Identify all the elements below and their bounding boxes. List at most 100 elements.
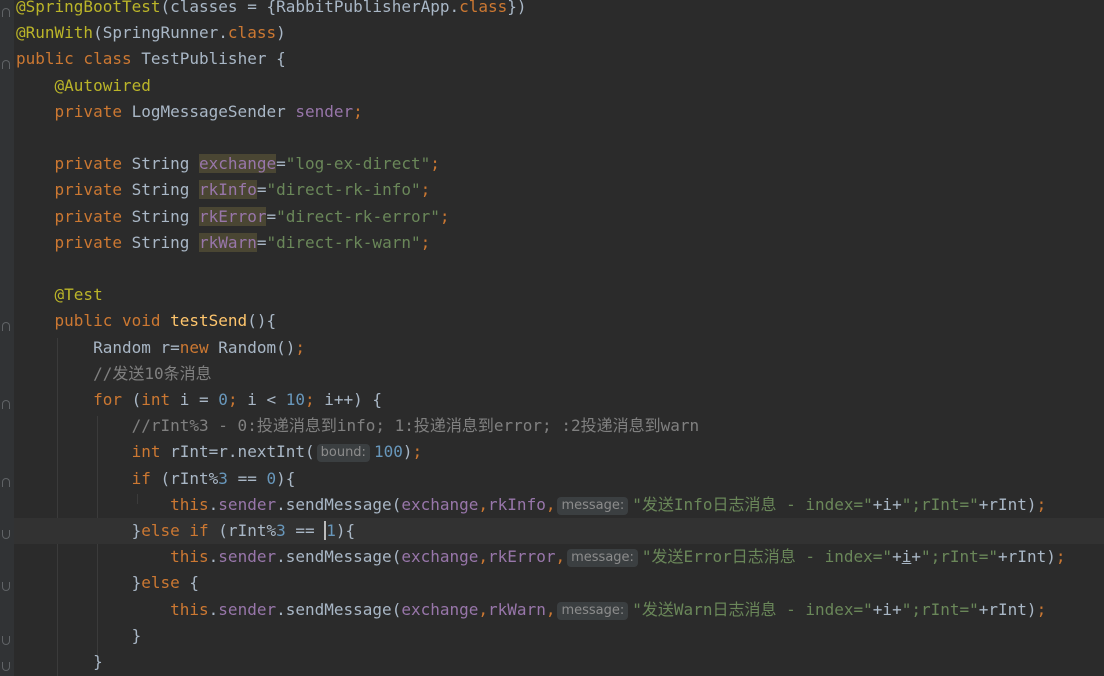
code-token: .sendMessage(	[276, 599, 402, 619]
code-line[interactable]: @Autowired	[16, 73, 1104, 99]
code-line[interactable]: private String rkError="direct-rk-error"…	[16, 204, 1104, 230]
code-editor[interactable]: @SpringBootTest(classes = {RabbitPublish…	[0, 0, 1104, 676]
code-line[interactable]: this.sender.sendMessage(exchange,rkWarn,…	[16, 597, 1104, 623]
code-line[interactable]: @RunWith(SpringRunner.class)	[16, 20, 1104, 46]
code-token: //发送10条消息	[93, 363, 212, 383]
code-line[interactable]: private String rkInfo="direct-rk-info";	[16, 177, 1104, 203]
fold-start-icon[interactable]	[2, 400, 10, 409]
code-token: "direct-rk-warn"	[266, 232, 421, 252]
code-token: ;	[420, 232, 431, 252]
code-line[interactable]: }	[16, 623, 1104, 649]
code-token: for	[93, 390, 132, 409]
code-line[interactable]: private String rkWarn="direct-rk-warn";	[16, 230, 1104, 256]
fold-end-icon[interactable]	[2, 636, 10, 645]
code-token: 3	[218, 468, 228, 488]
code-token: ){	[335, 521, 356, 540]
code-line[interactable]: this.sender.sendMessage(exchange,rkInfo,…	[16, 492, 1104, 518]
code-token: =	[276, 154, 286, 174]
code-token: @Autowired	[54, 75, 151, 95]
code-line[interactable]: public void testSend(){	[16, 308, 1104, 334]
fold-end-icon[interactable]	[2, 662, 10, 671]
code-token: 10	[285, 390, 305, 409]
code-line[interactable]: if (rInt%3 == 0){	[16, 466, 1104, 492]
code-line[interactable]: }else {	[16, 570, 1104, 596]
parameter-hint: message:	[567, 549, 638, 568]
code-line[interactable]: private String exchange="log-ex-direct";	[16, 151, 1104, 177]
code-token: +	[892, 599, 902, 619]
code-line[interactable]: //发送10条消息	[16, 361, 1104, 387]
code-line[interactable]	[16, 256, 1104, 282]
code-token: ;	[1055, 547, 1066, 567]
code-token: +	[911, 547, 921, 567]
code-token: rInt=r.nextInt(	[170, 442, 315, 462]
code-token: +rInt)	[998, 547, 1056, 567]
code-line[interactable]: public class TestPublisher {	[16, 46, 1104, 72]
code-token: new	[179, 337, 219, 357]
code-token: class	[459, 0, 508, 16]
code-token: ,	[478, 494, 489, 514]
code-line[interactable]: private LogMessageSender sender;	[16, 99, 1104, 125]
code-token: .sendMessage(	[276, 547, 402, 567]
code-token: rkError	[488, 547, 556, 567]
code-line[interactable]: @Test	[16, 282, 1104, 308]
parameter-hint: message:	[557, 601, 629, 620]
code-token: String	[131, 232, 200, 252]
code-token: (SpringRunner.	[93, 23, 228, 43]
code-token: +	[892, 494, 902, 514]
code-token: ;	[1036, 494, 1047, 514]
code-token: exchange	[401, 494, 479, 514]
code-token: this	[170, 494, 209, 514]
editor-gutter	[0, 0, 14, 676]
code-token: if	[131, 468, 161, 488]
code-token: }	[131, 573, 142, 593]
code-token: +rInt)	[978, 494, 1037, 514]
code-line[interactable]: int rInt=r.nextInt(bound: 100);	[16, 439, 1104, 465]
code-token: class	[227, 23, 277, 43]
code-token: private	[54, 206, 132, 226]
code-line[interactable]: for (int i = 0; i < 10; i++) {	[16, 387, 1104, 413]
fold-end-icon[interactable]	[2, 582, 10, 591]
code-token: i =	[179, 390, 219, 409]
code-token: private	[54, 101, 132, 121]
code-line[interactable]: }	[16, 649, 1104, 675]
code-token: 0	[266, 468, 277, 488]
code-token: +	[872, 599, 883, 619]
code-token: (	[131, 390, 142, 409]
code-token: i++) {	[324, 390, 383, 409]
fold-start-icon[interactable]	[2, 478, 10, 487]
code-line[interactable]	[16, 125, 1104, 151]
code-line-current[interactable]: }else if (rInt%3 == 1){	[14, 518, 1104, 544]
code-token: }	[131, 521, 142, 540]
fold-start-icon[interactable]	[2, 60, 10, 69]
fold-end-icon[interactable]	[2, 530, 10, 539]
code-token: (classes = {RabbitPublisherApp.	[160, 0, 460, 16]
code-line[interactable]: this.sender.sendMessage(exchange,rkError…	[16, 544, 1104, 570]
code-token: private	[54, 180, 132, 200]
code-token: ==	[285, 521, 325, 540]
code-token: ,	[478, 599, 489, 619]
code-line[interactable]: //rInt%3 - 0:投递消息到info; 1:投递消息到error; :2…	[16, 413, 1104, 439]
code-token: }	[93, 652, 103, 671]
code-token: .sendMessage(	[276, 494, 402, 514]
code-token: ==	[227, 468, 267, 488]
code-token: @RunWith	[16, 23, 94, 43]
fold-start-icon[interactable]	[2, 8, 10, 17]
code-token: this	[170, 547, 209, 567]
code-token: .	[208, 547, 219, 567]
code-token: i <	[247, 390, 286, 409]
code-line[interactable]: Random r=new Random();	[16, 335, 1104, 361]
fold-start-icon[interactable]	[2, 322, 10, 331]
code-token: .	[208, 494, 219, 514]
code-line[interactable]: @SpringBootTest(classes = {RabbitPublish…	[16, 0, 1104, 20]
